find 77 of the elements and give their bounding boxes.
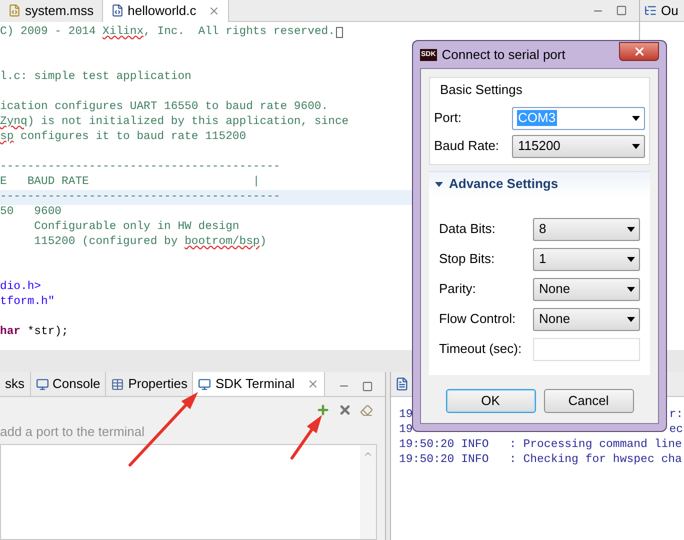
log-line: 19:50:20 INFO : Processing command line	[399, 437, 682, 452]
log-icon	[395, 377, 409, 391]
code-line: dio.h>	[0, 280, 42, 295]
scrollbar[interactable]	[360, 445, 376, 539]
dropdown-value: COM3	[517, 110, 557, 126]
dropdown[interactable]: 1	[533, 248, 640, 270]
log-line: 19:50:20 INFO : Checking for hwspec cha	[399, 452, 682, 467]
maximize-icon[interactable]	[362, 381, 373, 392]
code-line: l.c: simple test application	[0, 70, 192, 85]
dropdown[interactable]: None	[533, 308, 640, 330]
field-label: Baud Rate:	[434, 137, 500, 156]
dialog-button[interactable]: OK	[446, 389, 536, 413]
pointer-arrow	[290, 415, 322, 460]
field-label: Parity:	[439, 280, 476, 298]
monitor-icon	[36, 378, 48, 390]
dropdown-arrow-icon	[632, 144, 640, 148]
dropdown-arrow-icon	[632, 116, 640, 120]
dialog-button[interactable]: Cancel	[544, 389, 634, 413]
dropdown-arrow-icon	[627, 226, 635, 232]
dialog-title: Connect to serial port	[442, 46, 566, 64]
log-line: 19	[399, 407, 413, 422]
editor-tab[interactable]: system.mss	[0, 0, 103, 22]
monitor-icon	[198, 378, 212, 390]
add-icon[interactable]	[316, 403, 330, 417]
field-label: Timeout (sec):	[439, 340, 522, 358]
maximize-icon[interactable]	[616, 5, 627, 16]
code-line: Configurable only in HW design	[33, 220, 240, 235]
file-icon	[8, 4, 21, 17]
clear-icon[interactable]	[360, 404, 373, 416]
dropdown-value: 8	[538, 221, 548, 237]
close-icon[interactable]	[208, 4, 220, 16]
code-line: -----------------------------------------	[0, 190, 280, 205]
panel-tab[interactable]: sks	[0, 372, 30, 396]
tab-label: system.mss	[25, 2, 94, 20]
remove-icon[interactable]	[338, 403, 352, 417]
panel-tab[interactable]: Properties	[106, 372, 194, 396]
dropdown[interactable]: 115200	[512, 134, 645, 158]
outline-icon	[644, 4, 657, 17]
dropdown-arrow-icon	[627, 256, 635, 262]
close-icon	[632, 45, 646, 58]
field-label: Flow Control:	[439, 310, 516, 328]
dropdown-arrow-icon	[627, 316, 635, 322]
code-line: 50 9600	[0, 205, 62, 220]
timeout-field[interactable]	[533, 338, 640, 360]
code-line: C) 2009 - 2014 Xilinx, Inc. All rights reserved.	[0, 25, 335, 40]
log-line: r:	[669, 407, 683, 422]
field-label: Stop Bits:	[439, 250, 495, 268]
log-line: ec	[669, 422, 683, 437]
dropdown-value: None	[538, 281, 572, 297]
panel-tab[interactable]: Console	[30, 372, 106, 396]
code-line: sp configures it to baud rate 115200	[0, 130, 246, 145]
code-line: ication configures UART 16550 to baud rate 9600.	[0, 100, 328, 115]
editor-tab[interactable]: helloworld.c	[102, 0, 230, 22]
dropdown[interactable]: 8	[533, 218, 640, 240]
dropdown-value: None	[538, 311, 572, 327]
dropdown-value: 1	[538, 251, 548, 267]
code-line: 115200 (configured by bootrom/bsp)	[33, 235, 267, 250]
log-line: 19	[399, 422, 413, 437]
field-label: Data Bits:	[439, 220, 496, 238]
expanded-triangle-icon	[435, 180, 443, 188]
group-title: Basic Settings	[439, 81, 524, 99]
code-line: tform.h"	[0, 295, 55, 310]
hint-text: add a port to the terminal	[0, 423, 145, 441]
close-icon[interactable]	[306, 378, 319, 390]
dropdown[interactable]: None	[533, 278, 640, 300]
file-icon	[110, 4, 124, 17]
close-button[interactable]	[619, 42, 659, 61]
code-line: E BAUD RATE |	[0, 175, 260, 190]
code-line: Zynq) is not initialized by this application, since	[0, 115, 349, 130]
code-line: har *str);	[0, 325, 68, 340]
dropdown-value: 115200	[517, 138, 562, 154]
panel-tab[interactable]: SDK Terminal	[193, 372, 325, 396]
tab-label: helloworld.c	[128, 2, 196, 20]
table-icon	[111, 378, 124, 390]
field-label: Port:	[434, 109, 462, 128]
code-line: -----------------------------------------	[0, 160, 280, 175]
dropdown-arrow-icon	[627, 286, 635, 292]
